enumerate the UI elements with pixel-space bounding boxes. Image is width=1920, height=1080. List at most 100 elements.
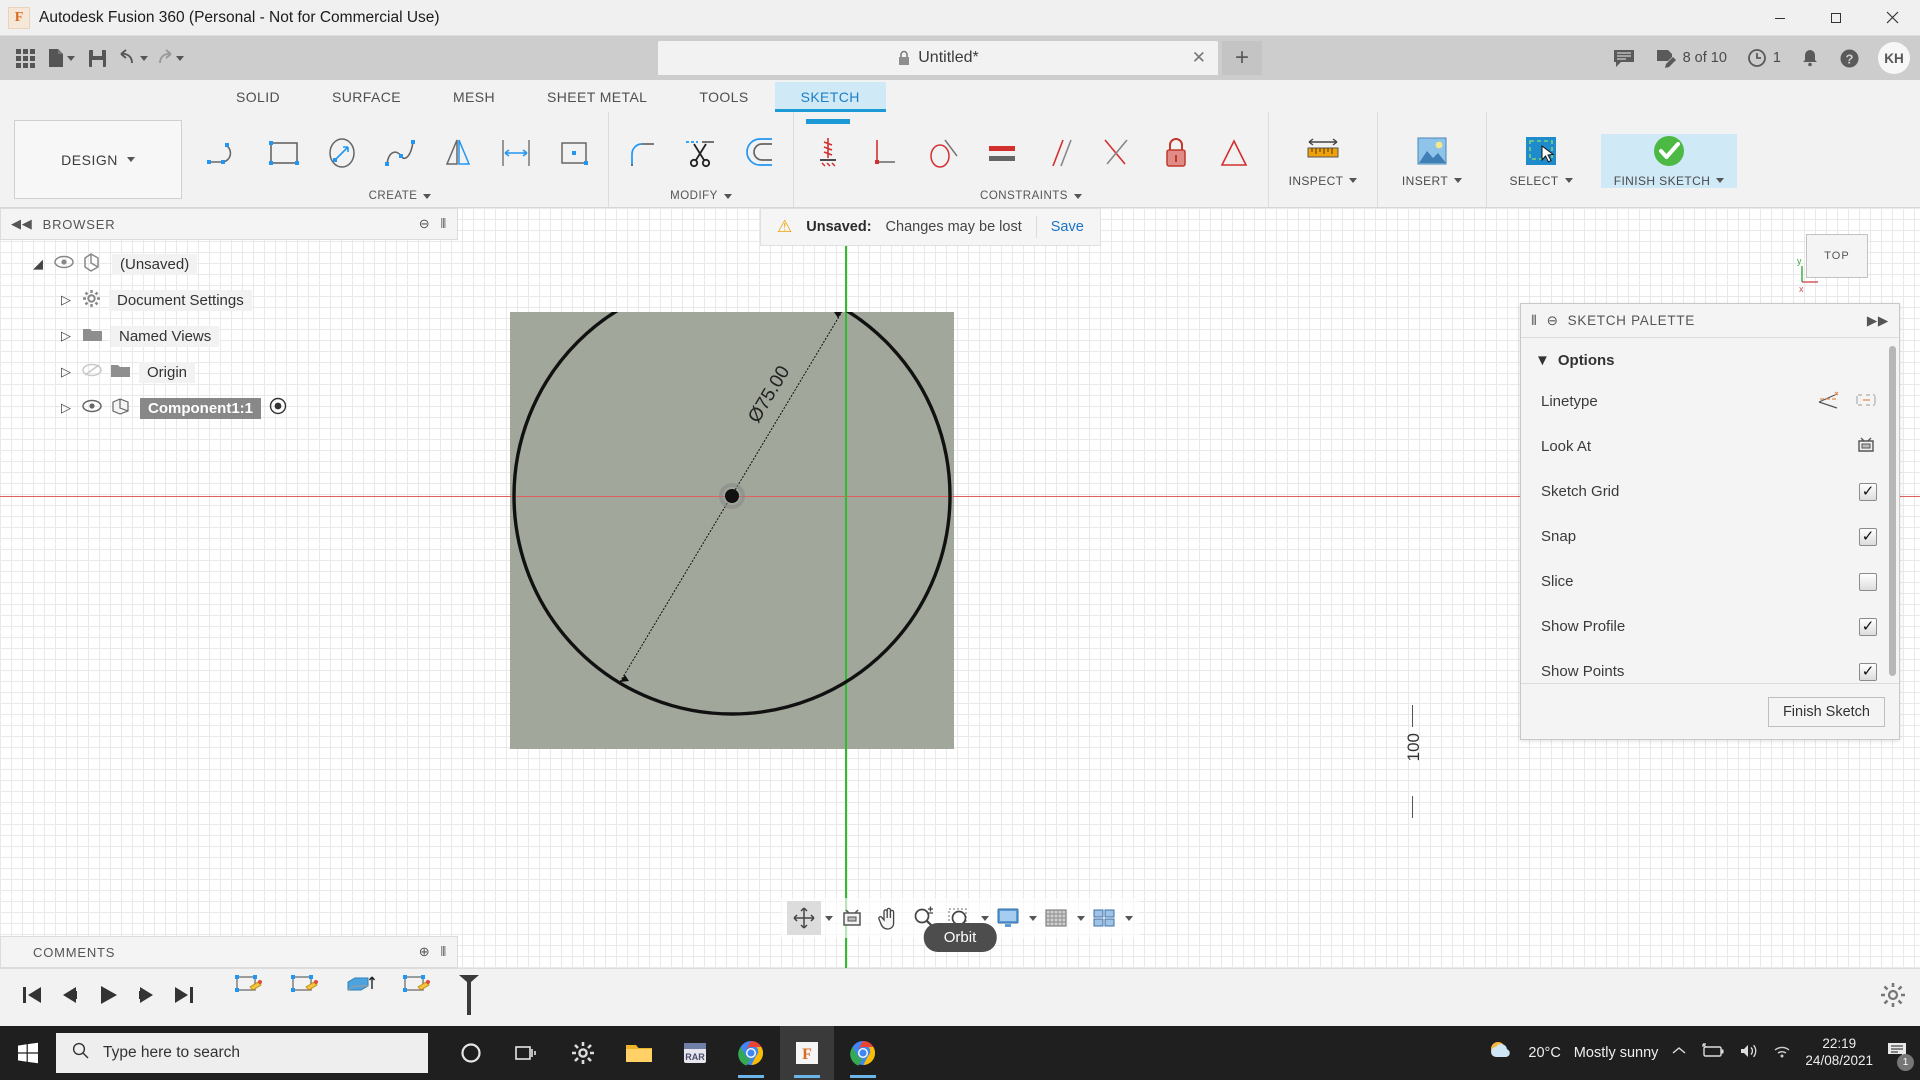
file-explorer-icon[interactable] — [612, 1026, 666, 1080]
pan-button[interactable] — [871, 901, 905, 935]
taskbar-search-box[interactable]: Type here to search — [56, 1033, 428, 1073]
chrome-icon[interactable] — [836, 1026, 890, 1080]
show-data-panel-button[interactable] — [8, 41, 42, 75]
chevron-down-icon[interactable] — [1029, 915, 1037, 921]
expand-arrow-icon[interactable]: ▷ — [58, 292, 74, 308]
sketch-grid-checkbox[interactable] — [1859, 482, 1877, 501]
window-maximize-button[interactable] — [1808, 0, 1864, 36]
go-to-beginning-icon[interactable] — [20, 984, 44, 1011]
snap-checkbox[interactable] — [1859, 527, 1877, 546]
battery-icon[interactable] — [1700, 1043, 1726, 1063]
chevron-down-icon[interactable] — [825, 915, 833, 921]
sketch-feature-icon[interactable] — [288, 973, 322, 1008]
eye-icon[interactable] — [54, 255, 74, 273]
show-profile-checkbox[interactable] — [1859, 617, 1877, 636]
chevron-down-icon[interactable] — [1077, 915, 1085, 921]
browser-item-component1[interactable]: ▷ Component1:1 — [30, 390, 458, 426]
document-tab[interactable]: Untitled* ✕ — [658, 41, 1218, 75]
weather-temp[interactable]: 20°C — [1528, 1045, 1560, 1061]
play-icon[interactable] — [96, 984, 120, 1011]
expand-arrow-icon[interactable]: ◢ — [30, 256, 46, 272]
settings-gear-icon[interactable] — [556, 1026, 610, 1080]
tool-perpendicular[interactable] — [1090, 123, 1146, 183]
cortana-icon[interactable] — [444, 1026, 498, 1080]
timeline-settings-button[interactable] — [1880, 982, 1906, 1013]
orbit-button[interactable] — [787, 901, 821, 935]
close-icon[interactable]: ✕ — [1192, 48, 1206, 68]
tool-fillet[interactable] — [615, 123, 671, 183]
tool-spline[interactable] — [372, 123, 428, 183]
chrome-icon[interactable] — [724, 1026, 778, 1080]
finish-sketch-button[interactable]: FINISH SKETCH — [1601, 133, 1737, 188]
double-chevron-left-icon[interactable]: ◀◀ — [11, 216, 33, 232]
tab-sheet-metal[interactable]: SHEET METAL — [521, 82, 673, 112]
activate-component-radio[interactable] — [269, 397, 287, 419]
timeline-marker[interactable] — [456, 973, 482, 1022]
winrar-icon[interactable]: RAR — [668, 1026, 722, 1080]
double-chevron-right-icon[interactable]: ▶▶ — [1867, 313, 1889, 329]
tool-line[interactable] — [198, 123, 254, 183]
taskbar-clock[interactable]: 22:19 24/08/2021 — [1805, 1036, 1873, 1070]
tab-solid[interactable]: SOLID — [210, 82, 306, 112]
go-to-end-icon[interactable] — [172, 984, 196, 1011]
sketch-geometry[interactable]: Ø75.00 — [510, 312, 954, 749]
browser-item-origin[interactable]: ▷ Origin — [30, 354, 458, 390]
inspect-button[interactable]: INSPECT — [1275, 134, 1371, 188]
display-settings-button[interactable] — [991, 901, 1025, 935]
tool-offset[interactable] — [731, 123, 787, 183]
panel-resize-handle[interactable]: ⦀ — [440, 944, 447, 960]
panel-label-modify[interactable]: MODIFY — [615, 190, 787, 205]
wifi-icon[interactable] — [1772, 1043, 1792, 1063]
browser-item-named-views[interactable]: ▷ Named Views — [30, 318, 458, 354]
tool-trim[interactable] — [673, 123, 729, 183]
start-button[interactable] — [0, 1026, 56, 1080]
user-avatar[interactable]: KH — [1878, 42, 1910, 74]
tool-circle[interactable] — [314, 123, 370, 183]
action-center-button[interactable]: 1 — [1886, 1041, 1914, 1071]
sketch-feature-icon[interactable] — [232, 973, 266, 1008]
eye-hidden-icon[interactable] — [82, 363, 102, 381]
workspace-switcher-button[interactable]: DESIGN — [14, 120, 182, 199]
help-button[interactable]: ? — [1831, 41, 1868, 75]
tool-sketch-dimension[interactable] — [488, 123, 544, 183]
construction-line-icon[interactable] — [1817, 390, 1839, 414]
slice-checkbox[interactable] — [1859, 572, 1877, 591]
tab-tools[interactable]: TOOLS — [673, 82, 774, 112]
tool-parallel[interactable] — [1032, 123, 1088, 183]
view-cube-top-face[interactable]: TOP — [1806, 234, 1868, 278]
tab-surface[interactable]: SURFACE — [306, 82, 427, 112]
weather-condition[interactable]: Mostly sunny — [1574, 1045, 1659, 1061]
panel-resize-handle[interactable]: ⦀ — [1531, 313, 1538, 329]
expand-arrow-icon[interactable]: ▷ — [58, 328, 74, 344]
tool-coincident[interactable] — [800, 119, 856, 183]
file-menu-button[interactable] — [44, 41, 78, 75]
panel-resize-handle[interactable]: ⦀ — [440, 216, 447, 232]
redo-button[interactable] — [152, 41, 186, 75]
view-cube[interactable]: x y TOP — [1796, 220, 1876, 300]
browser-item-document-settings[interactable]: ▷ Document Settings — [30, 282, 458, 318]
tab-sketch[interactable]: SKETCH — [774, 82, 886, 112]
tool-rectangle[interactable] — [256, 123, 312, 183]
tool-symmetry[interactable] — [1206, 123, 1262, 183]
browser-item-unsaved[interactable]: ◢ (Unsaved) — [30, 246, 458, 282]
window-minimize-button[interactable] — [1752, 0, 1808, 36]
step-forward-icon[interactable] — [134, 984, 158, 1011]
history-button[interactable]: 1 — [1739, 41, 1789, 75]
new-tab-button[interactable]: + — [1222, 41, 1262, 75]
tab-mesh[interactable]: MESH — [427, 82, 521, 112]
palette-scrollbar[interactable] — [1889, 346, 1896, 676]
panel-label-create[interactable]: CREATE — [198, 190, 602, 205]
step-back-icon[interactable] — [58, 984, 82, 1011]
centerline-icon[interactable] — [1855, 390, 1877, 414]
options-section-header[interactable]: ▼ Options — [1521, 348, 1899, 379]
tool-fix-unfix[interactable] — [1148, 123, 1204, 183]
tool-rectangular-pattern[interactable] — [546, 123, 602, 183]
notifications-button[interactable] — [1793, 41, 1827, 75]
fusion360-icon[interactable]: F — [780, 1026, 834, 1080]
look-at-icon[interactable] — [1855, 435, 1877, 459]
viewports-button[interactable] — [1087, 901, 1121, 935]
window-close-button[interactable] — [1864, 0, 1920, 36]
eye-icon[interactable] — [82, 399, 102, 417]
plus-circle-icon[interactable]: ⊕ — [419, 944, 431, 960]
chevron-down-icon[interactable] — [981, 915, 989, 921]
